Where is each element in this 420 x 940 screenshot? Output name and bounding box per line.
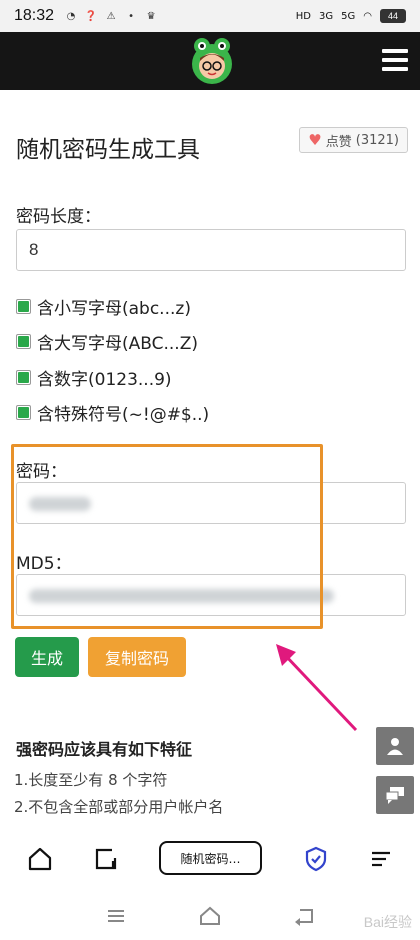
length-input[interactable]: 8: [16, 229, 406, 271]
status-bar: 18:32 ◔ ❓ ⚠ • ♛ HD 3G 5G ◠ 44: [0, 0, 420, 32]
md5-label: MD5：: [16, 554, 72, 574]
password-output[interactable]: [16, 482, 406, 524]
checkbox[interactable]: [16, 405, 31, 420]
page-title: 随机密码生成工具: [16, 137, 200, 163]
generate-button[interactable]: 生成: [15, 637, 79, 677]
hd-label: HD: [295, 10, 312, 22]
hamburger-menu-icon[interactable]: [382, 49, 408, 73]
crown-icon: ♛: [146, 10, 156, 22]
tip-item: 2.不包含全部或部分用户帐户名: [14, 798, 224, 816]
frog-mascot-logo[interactable]: [188, 36, 236, 86]
tip-item: 1.长度至少有 8 个字符: [14, 771, 168, 789]
tips-title: 强密码应该具有如下特征: [16, 740, 193, 759]
md5-output[interactable]: [16, 574, 406, 616]
dot-icon: •: [128, 10, 134, 22]
status-time: 18:32: [14, 7, 55, 24]
like-button[interactable]: ♥ 点赞 (3121): [299, 127, 408, 153]
help-icon: ❓: [84, 10, 98, 22]
option-special[interactable]: 含特殊符号(~!@#$..): [16, 400, 209, 425]
option-label: 含大写字母(ABC...Z): [37, 334, 198, 354]
option-lowercase[interactable]: 含小写字母(abc...z): [16, 294, 191, 319]
system-home-icon[interactable]: [198, 904, 222, 928]
password-label: 密码：: [16, 462, 67, 482]
option-label: 含特殊符号(~!@#$..): [37, 405, 210, 425]
option-digits[interactable]: 含数字(0123...9): [16, 365, 172, 390]
annotation-arrow-icon: [276, 644, 358, 732]
current-tab-pill[interactable]: 随机密码…: [159, 841, 262, 875]
browser-toolbar: 随机密码…: [0, 826, 420, 892]
watermark: Bai经验: [363, 914, 412, 930]
checkbox[interactable]: [16, 334, 31, 349]
5g-label: 5G: [341, 10, 356, 22]
blurred-md5: [29, 589, 334, 603]
option-label: 含数字(0123...9): [37, 370, 172, 390]
checkbox[interactable]: [16, 299, 31, 314]
recent-apps-icon[interactable]: [104, 904, 128, 928]
notification-icon: ◔: [66, 10, 76, 22]
like-count: (3121): [355, 132, 399, 148]
like-label: 点赞: [325, 134, 352, 150]
option-label: 含小写字母(abc...z): [37, 299, 191, 319]
user-float-button[interactable]: [376, 727, 414, 765]
system-navigation-bar: Bai经验: [0, 892, 420, 940]
3g-label: 3G: [319, 10, 334, 22]
chat-float-button[interactable]: [376, 776, 414, 814]
back-icon[interactable]: [292, 904, 316, 928]
battery-icon: 44: [380, 9, 406, 23]
chat-icon: [385, 787, 404, 804]
user-icon: [387, 738, 403, 755]
wifi-icon: ◠: [363, 10, 372, 22]
site-header: [0, 32, 420, 90]
status-right: HD 3G 5G ◠ 44: [296, 9, 406, 23]
copy-password-button[interactable]: 复制密码: [88, 637, 186, 677]
shield-check-icon[interactable]: [301, 844, 331, 874]
checkbox[interactable]: [16, 370, 31, 385]
option-uppercase[interactable]: 含大写字母(ABC...Z): [16, 329, 198, 354]
length-label: 密码长度：: [16, 207, 101, 227]
warning-icon: ⚠: [106, 10, 116, 22]
tabs-icon[interactable]: [91, 844, 121, 874]
menu-lines-icon[interactable]: [366, 844, 396, 874]
blurred-password: [29, 497, 91, 511]
heart-icon: ♥: [308, 131, 322, 149]
home-icon[interactable]: [25, 844, 55, 874]
